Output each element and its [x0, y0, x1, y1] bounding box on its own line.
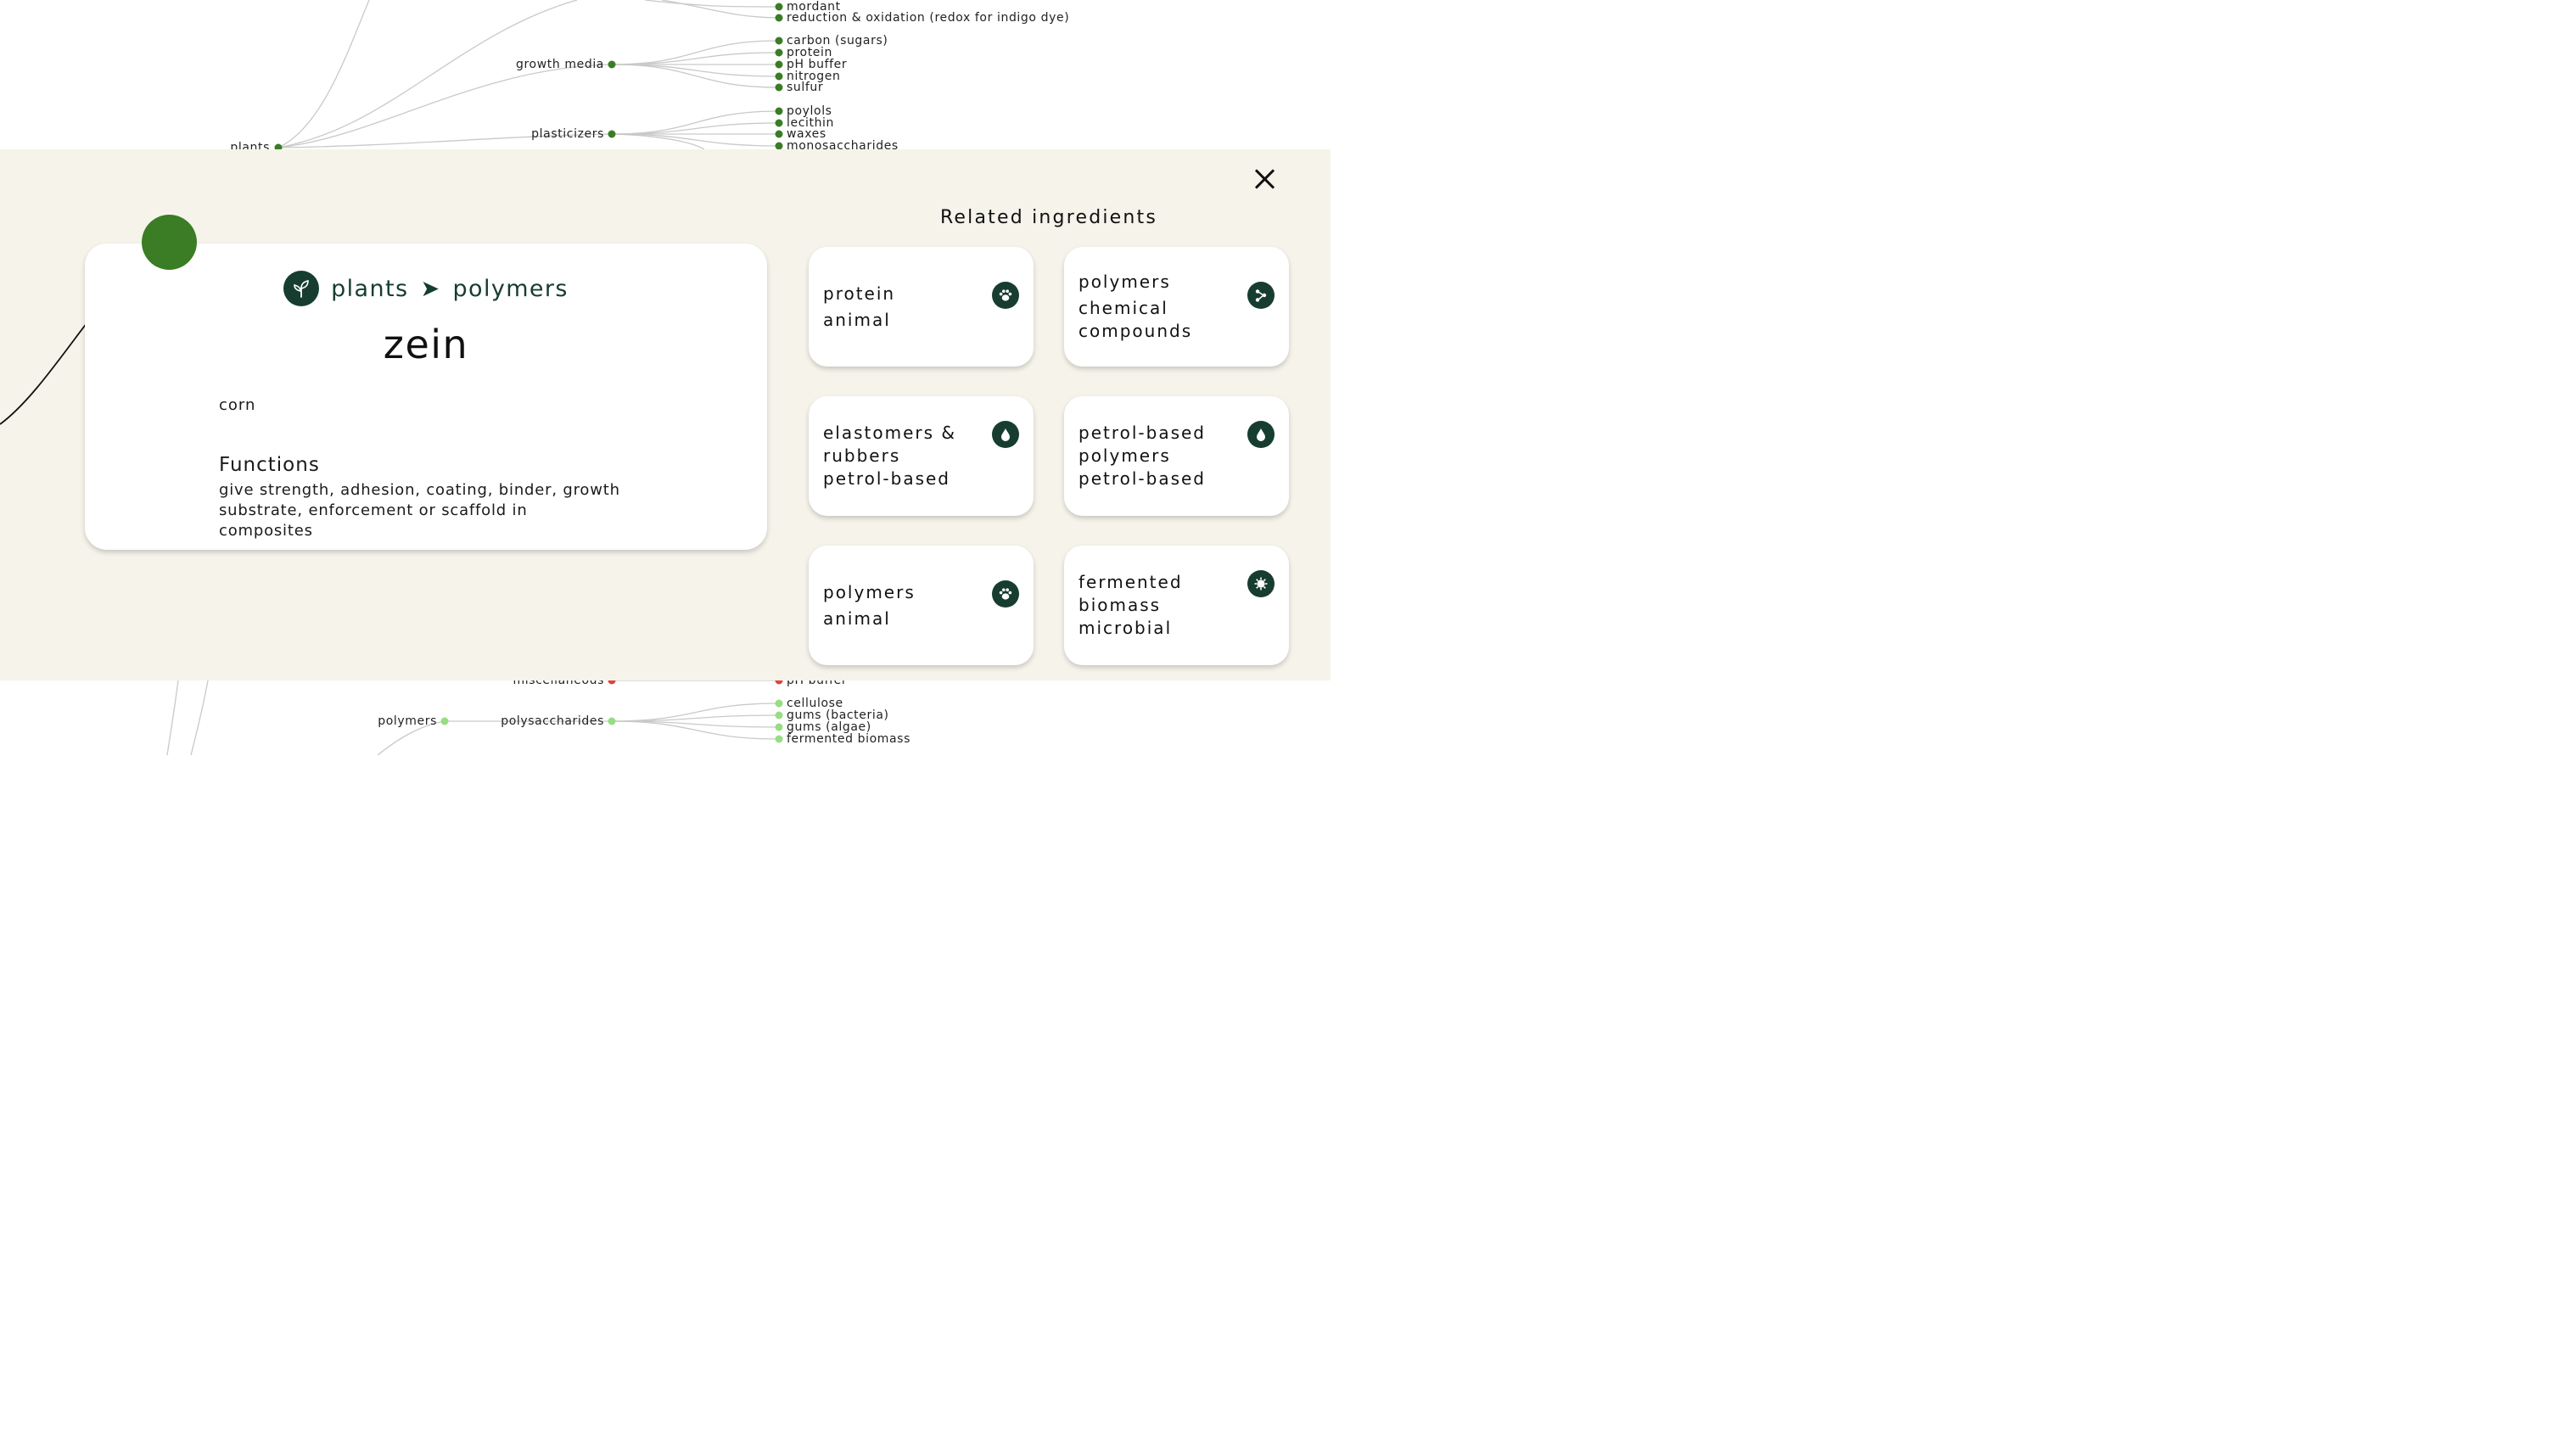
related-category: petrol-based — [1079, 468, 1207, 489]
breadcrumb: plants ➤ polymers — [85, 271, 767, 306]
related-category: microbial — [1079, 618, 1173, 638]
related-name: protein — [823, 283, 896, 304]
related-card[interactable]: petrol-based polymers petrol-based — [1064, 396, 1289, 516]
drop-icon — [992, 421, 1019, 448]
paw-icon — [992, 282, 1019, 309]
related-card[interactable]: elastomers & rubbers petrol-based — [809, 396, 1034, 516]
related-card[interactable]: polymers chemical compounds — [1064, 247, 1289, 367]
tree-leaf-node[interactable] — [775, 735, 783, 743]
related-name: polymers — [823, 581, 916, 602]
tree-node-polysaccharides[interactable] — [608, 717, 616, 725]
tree-node-polymers[interactable] — [440, 717, 449, 725]
tree-leaf-node[interactable] — [775, 72, 783, 81]
tree-leaf-node[interactable] — [775, 14, 783, 22]
tree-leaf-node[interactable] — [775, 48, 783, 57]
tree-label-polysaccharides: polysaccharides — [501, 714, 604, 728]
tree-label-growth-media: growth media — [516, 58, 604, 71]
paw-icon — [992, 580, 1019, 608]
related-category: animal — [823, 608, 891, 629]
tree-leaf-label: reduction & oxidation (redox for indigo … — [787, 11, 1069, 25]
breadcrumb-category[interactable]: plants — [331, 276, 408, 302]
tree-leaf-label: fermented biomass — [787, 732, 910, 746]
molecule-icon — [1247, 282, 1275, 309]
breadcrumb-subcategory[interactable]: polymers — [452, 276, 568, 302]
tree-leaf-node[interactable] — [775, 107, 783, 115]
ingredient-detail-panel: plants ➤ polymers zein corn Functions gi… — [0, 149, 1331, 680]
tree-leaf-node[interactable] — [775, 723, 783, 731]
tree-label-polymers: polymers — [378, 714, 437, 728]
related-category: chemical compounds — [1079, 298, 1193, 341]
tree-leaf-node[interactable] — [775, 83, 783, 92]
related-heading: Related ingredients — [939, 207, 1158, 228]
ingredient-source: corn — [219, 396, 256, 414]
tree-leaf-node[interactable] — [775, 711, 783, 720]
related-category: animal — [823, 309, 891, 330]
related-card[interactable]: fermented biomass microbial — [1064, 546, 1289, 665]
tree-leaf-node[interactable] — [775, 119, 783, 127]
breadcrumb-separator-icon: ➤ — [420, 275, 441, 302]
functions-heading: Functions — [219, 454, 320, 476]
tree-leaf-node[interactable] — [775, 60, 783, 69]
drop-icon — [1247, 421, 1275, 448]
tree-leaf-label: sulfur — [787, 81, 823, 94]
microbe-icon — [1247, 570, 1275, 597]
related-name: fermented biomass — [1079, 572, 1183, 615]
tree-leaf-node[interactable] — [775, 3, 783, 11]
close-button[interactable] — [1251, 165, 1280, 193]
selected-node-dot — [142, 215, 197, 270]
tree-node-growth-media[interactable] — [608, 60, 616, 69]
related-name: elastomers & rubbers — [823, 423, 956, 466]
related-card[interactable]: protein animal — [809, 247, 1034, 367]
related-category: petrol-based — [823, 468, 951, 489]
ingredient-title: zein — [383, 322, 469, 367]
tree-leaf-node[interactable] — [775, 699, 783, 708]
tree-leaf-node[interactable] — [775, 130, 783, 138]
related-card[interactable]: polymers animal — [809, 546, 1034, 665]
tree-leaf-node[interactable] — [775, 36, 783, 45]
tree-node-plasticizers[interactable] — [608, 130, 616, 138]
ingredient-card: plants ➤ polymers zein corn Functions gi… — [85, 244, 767, 550]
functions-text: give strength, adhesion, coating, binder… — [219, 481, 620, 540]
tree-label-plasticizers: plasticizers — [531, 127, 604, 141]
sprout-icon — [283, 271, 320, 306]
related-name: petrol-based polymers — [1079, 423, 1207, 466]
